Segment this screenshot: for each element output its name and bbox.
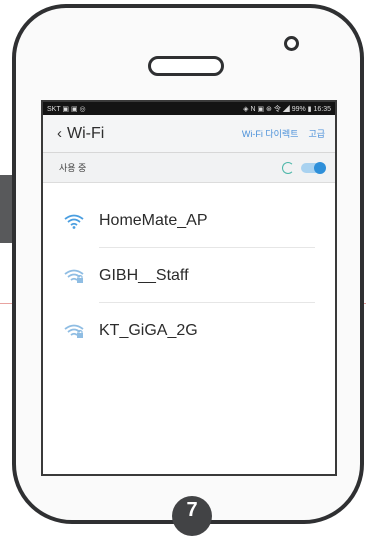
step-badge: 7 [172, 496, 212, 536]
status-bar: SKT ▣ ▣ ◎ ◈ N ▣ ⊛ 令 ◢ 99% ▮ 16:35 [43, 102, 335, 115]
network-list: HomeMate_AP GIBH__Staff KT_GiGA_2G [43, 183, 335, 358]
network-item-gibh[interactable]: GIBH__Staff [43, 248, 335, 303]
advanced-button[interactable]: 고급 [308, 127, 325, 140]
page-title: Wi-Fi [67, 124, 105, 142]
network-name: HomeMate_AP [99, 211, 208, 229]
wifi-open-icon [64, 214, 84, 229]
network-item-ktgiga[interactable]: KT_GiGA_2G [43, 303, 335, 358]
speaker-grille [148, 56, 224, 76]
wifi-toggle-row[interactable]: 사용 중 [43, 153, 335, 183]
wifi-locked-icon [64, 324, 84, 338]
phone-frame: SKT ▣ ▣ ◎ ◈ N ▣ ⊛ 令 ◢ 99% ▮ 16:35 ‹ Wi-F… [12, 4, 364, 524]
app-bar: ‹ Wi-Fi Wi-Fi 다이렉트 고급 [43, 115, 335, 153]
status-right: ◈ N ▣ ⊛ 令 ◢ 99% ▮ 16:35 [243, 105, 331, 113]
network-item-homemate[interactable]: HomeMate_AP [43, 193, 335, 248]
network-name: KT_GiGA_2G [99, 321, 198, 339]
wifi-toggle-switch[interactable] [301, 161, 326, 174]
toggle-label: 사용 중 [59, 163, 87, 173]
wifi-locked-icon [64, 269, 84, 283]
switch-knob [314, 161, 326, 174]
scanning-icon [282, 161, 294, 174]
network-name: GIBH__Staff [99, 266, 189, 284]
camera-icon [284, 36, 299, 51]
phone-screen: SKT ▣ ▣ ◎ ◈ N ▣ ⊛ 令 ◢ 99% ▮ 16:35 ‹ Wi-F… [41, 100, 337, 476]
wifi-direct-button[interactable]: Wi-Fi 다이렉트 [242, 127, 299, 140]
status-left: SKT ▣ ▣ ◎ [47, 105, 86, 113]
chevron-left-icon[interactable]: ‹ [57, 126, 62, 141]
